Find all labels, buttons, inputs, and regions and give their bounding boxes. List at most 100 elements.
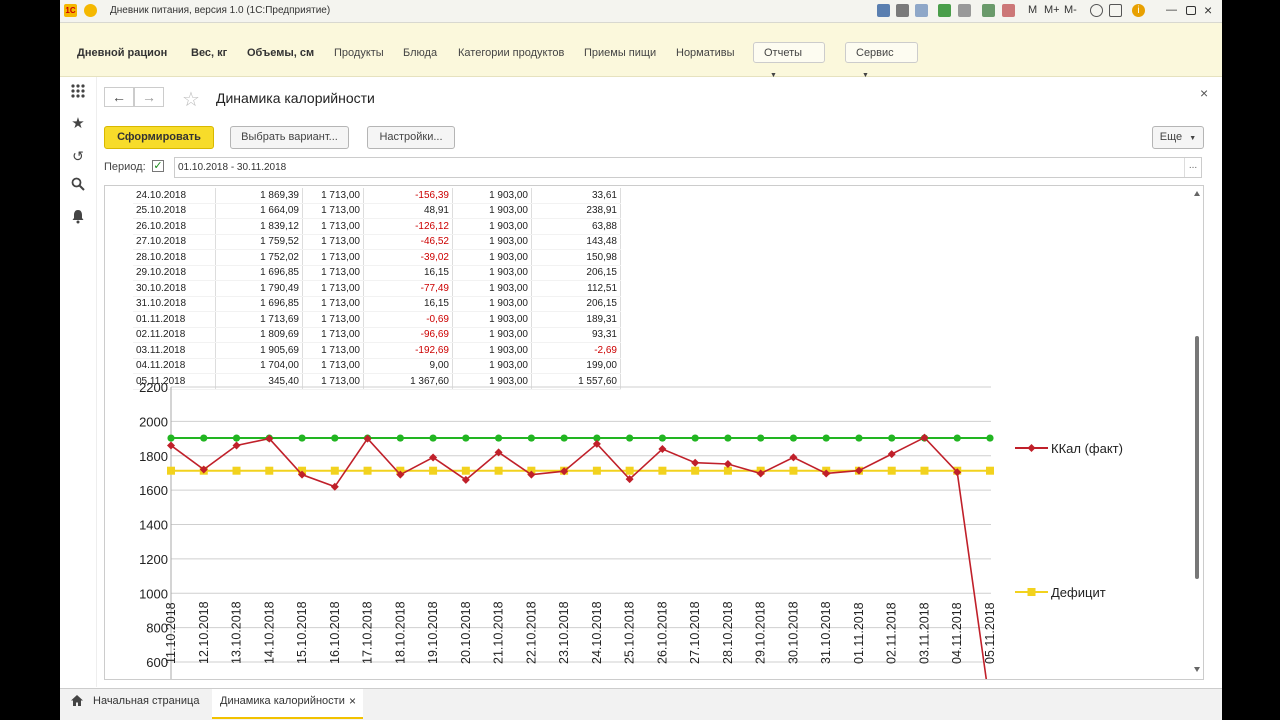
x-tick-label: 12.10.2018: [197, 601, 211, 664]
page-title: Динамика калорийности: [216, 90, 375, 106]
sections-menu: Дневной рацион Вес, кг Объемы, см Продук…: [60, 23, 1222, 79]
report-form: ← → ☆ Динамика калорийности × Сформирова…: [96, 77, 1222, 687]
memory-plus-button[interactable]: M+: [1044, 4, 1060, 16]
x-tick-label: 18.10.2018: [393, 601, 407, 664]
reports-dropdown[interactable]: Отчеты ▼: [753, 42, 825, 79]
period-label: Период:: [104, 161, 146, 173]
favorite-star-icon[interactable]: ☆: [182, 87, 200, 112]
menu-products[interactable]: Продукты: [334, 47, 384, 59]
x-tick-label: 04.11.2018: [950, 602, 964, 664]
close-window-button[interactable]: ×: [1204, 2, 1212, 18]
sections-grid-icon[interactable]: [69, 83, 87, 101]
select-variant-button[interactable]: Выбрать вариант...: [230, 126, 349, 149]
x-tick-label: 26.10.2018: [655, 601, 669, 664]
menu-dishes[interactable]: Блюда: [403, 47, 437, 59]
more-button[interactable]: Еще ▼: [1152, 126, 1204, 149]
memory-minus-button[interactable]: M-: [1064, 4, 1077, 16]
x-tick-label: 03.11.2018: [917, 602, 931, 664]
scrollbar-thumb: [1195, 336, 1199, 579]
data-point: [429, 466, 438, 475]
x-tick-label: 19.10.2018: [426, 601, 440, 664]
history-icon[interactable]: ↺: [69, 147, 87, 165]
export-icon[interactable]: [958, 4, 971, 17]
calculator-icon[interactable]: [982, 4, 995, 17]
data-point: [232, 434, 241, 442]
back-button[interactable]: ←: [104, 87, 134, 107]
zoom-icon[interactable]: [1090, 4, 1103, 17]
send-icon[interactable]: [938, 4, 951, 17]
info-icon[interactable]: i: [1132, 4, 1145, 17]
period-field[interactable]: 01.10.2018 - 30.11.2018 ...: [174, 157, 1202, 178]
save-icon[interactable]: [877, 4, 890, 17]
y-tick-label: 1600: [139, 483, 168, 498]
data-point: [691, 458, 700, 467]
data-point: [789, 466, 798, 475]
data-point: [953, 434, 961, 442]
forward-button[interactable]: →: [134, 87, 164, 107]
x-tick-label: 20.10.2018: [459, 601, 473, 664]
app-window: 1C Дневник питания, версия 1.0 (1С:Предп…: [60, 0, 1222, 720]
data-point: [527, 434, 535, 442]
settings-button[interactable]: Настройки...: [367, 126, 455, 149]
data-point: [757, 434, 765, 442]
x-tick-label: 05.11.2018: [983, 602, 997, 664]
data-point: [495, 434, 503, 442]
tab-home[interactable]: Начальная страница: [93, 695, 199, 707]
x-tick-label: 29.10.2018: [754, 601, 768, 664]
print-icon[interactable]: [896, 4, 909, 17]
data-point: [658, 466, 667, 475]
favorites-star-icon[interactable]: ★: [69, 115, 87, 133]
app-logo-icon: 1C: [64, 4, 77, 17]
menu-weight[interactable]: Вес, кг: [191, 47, 227, 59]
preview-icon[interactable]: [915, 4, 928, 17]
service-dropdown[interactable]: Сервис ▼: [845, 42, 918, 79]
open-windows-bar: Начальная страница Динамика калорийности…: [60, 688, 1222, 720]
x-tick-label: 15.10.2018: [295, 601, 309, 664]
data-point: [887, 466, 896, 475]
notifications-bell-icon[interactable]: [69, 209, 87, 227]
memory-m-button[interactable]: M: [1028, 4, 1037, 16]
search-icon[interactable]: [69, 177, 87, 195]
menu-icon[interactable]: [84, 4, 97, 17]
close-form-icon[interactable]: ×: [1200, 85, 1208, 101]
x-tick-label: 23.10.2018: [557, 601, 571, 664]
x-tick-label: 22.10.2018: [524, 601, 538, 664]
y-tick-label: 2200: [139, 380, 168, 395]
data-point: [200, 434, 208, 442]
menu-meals[interactable]: Приемы пищи: [584, 47, 656, 59]
data-point: [265, 466, 274, 475]
period-select-button[interactable]: ...: [1184, 158, 1201, 177]
x-tick-label: 24.10.2018: [590, 601, 604, 664]
x-tick-label: 11.10.2018: [164, 602, 178, 664]
x-tick-label: 02.11.2018: [885, 602, 899, 664]
chevron-down-icon: ▼: [1189, 135, 1197, 142]
minimize-button[interactable]: —: [1166, 4, 1177, 16]
y-tick-label: 1400: [139, 518, 168, 533]
data-point: [724, 434, 732, 442]
x-tick-label: 01.11.2018: [852, 602, 866, 664]
tab-active[interactable]: Динамика калорийности ×: [212, 689, 363, 719]
home-icon[interactable]: [70, 694, 84, 712]
x-tick-label: 27.10.2018: [688, 601, 702, 664]
legend-label: Дефицит: [1051, 585, 1106, 600]
menu-volumes[interactable]: Объемы, см: [247, 47, 314, 59]
y-tick-label: 1000: [139, 586, 168, 601]
calendar-icon[interactable]: [1002, 4, 1015, 17]
y-tick-label: 1200: [139, 552, 168, 567]
x-tick-label: 17.10.2018: [361, 601, 375, 664]
vertical-scrollbar[interactable]: [1192, 186, 1202, 677]
report-area: 24.10.2018 1 869,39 1 713,00 -156,39 1 903,0…: [104, 185, 1204, 680]
data-point: [789, 453, 798, 462]
menu-norms[interactable]: Нормативы: [676, 47, 735, 59]
maximize-button[interactable]: [1186, 6, 1196, 15]
data-point: [855, 434, 863, 442]
menu-product-categories[interactable]: Категории продуктов: [458, 47, 564, 59]
panels-icon[interactable]: [1109, 4, 1122, 17]
close-tab-icon[interactable]: ×: [349, 694, 356, 708]
data-point: [167, 434, 175, 442]
menu-daily-ration[interactable]: Дневной рацион: [77, 47, 167, 59]
generate-button[interactable]: Сформировать: [104, 126, 214, 149]
period-checkbox[interactable]: ✓: [152, 160, 164, 172]
data-point: [626, 434, 634, 442]
data-point: [986, 434, 994, 442]
